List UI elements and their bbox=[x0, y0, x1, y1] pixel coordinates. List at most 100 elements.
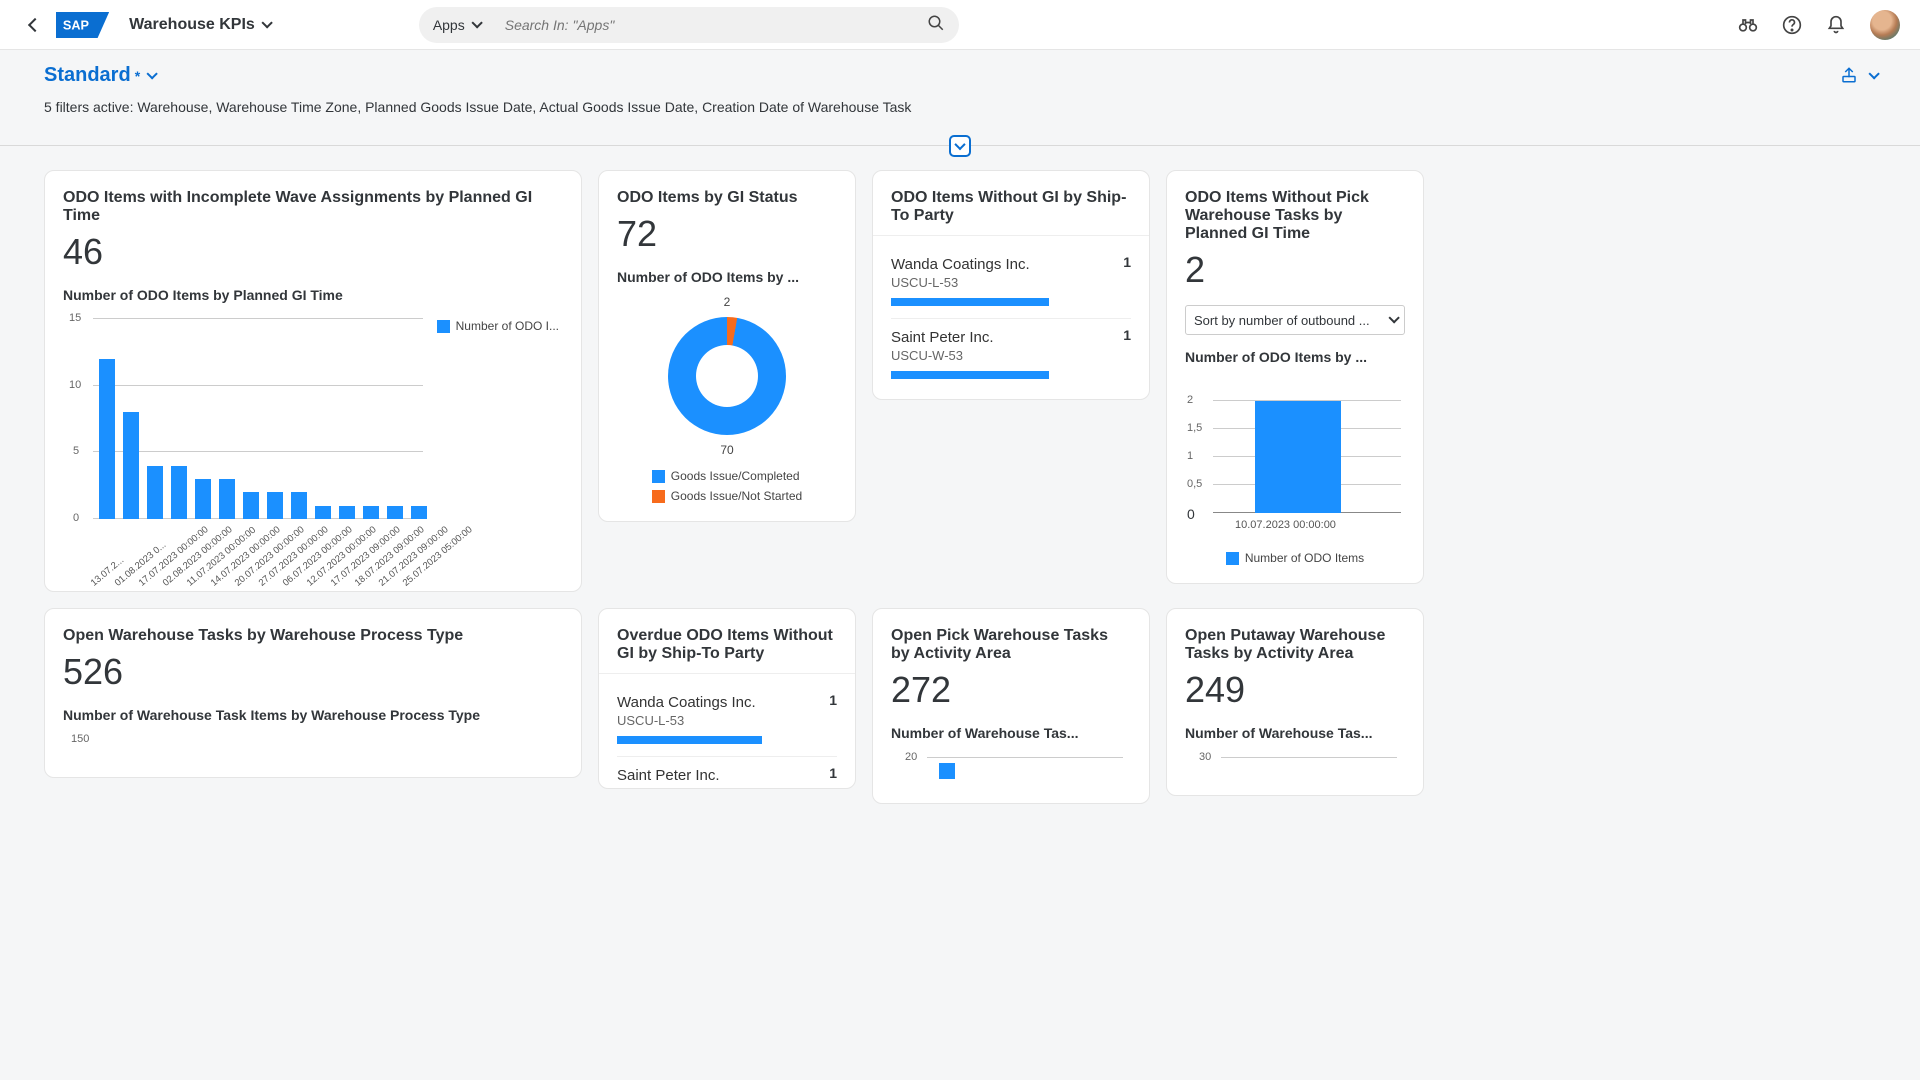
x-axis-label: 14.07.2023 00:00:00 bbox=[209, 570, 228, 589]
chevron-left-icon bbox=[28, 17, 42, 31]
x-axis-label: 06.07.2023 00:00:00 bbox=[281, 570, 300, 589]
sort-label: Sort by number of outbound ... bbox=[1194, 313, 1370, 328]
card-title: ODO Items by GI Status bbox=[617, 189, 837, 207]
list-item-bar bbox=[617, 736, 762, 744]
card-odo-incomplete-wave[interactable]: ODO Items with Incomplete Wave Assignmen… bbox=[44, 170, 582, 592]
list-item[interactable]: Saint Peter Inc.1 bbox=[617, 757, 837, 784]
x-axis-label: 02.08.2023 00:00:00 bbox=[161, 570, 180, 589]
bar bbox=[123, 412, 139, 519]
legend-label: Number of ODO I... bbox=[456, 319, 559, 333]
y-axis-fragment: 150 bbox=[63, 733, 563, 759]
back-button[interactable] bbox=[20, 10, 50, 40]
avatar[interactable] bbox=[1870, 10, 1900, 40]
share-icon[interactable] bbox=[1840, 66, 1860, 86]
bar bbox=[99, 359, 115, 519]
x-axis-label: 25.07.2023 05:00:00 bbox=[401, 570, 420, 589]
list-item[interactable]: Saint Peter Inc.USCU-W-531 bbox=[891, 319, 1131, 391]
card-title: ODO Items Without Pick Warehouse Tasks b… bbox=[1185, 189, 1405, 243]
bar bbox=[219, 479, 235, 519]
card-kpi-value: 72 bbox=[617, 213, 837, 255]
expand-filters-button[interactable] bbox=[949, 135, 971, 157]
x-axis-label: 18.07.2023 09:00:00 bbox=[353, 570, 372, 589]
x-axis-label: 13.07.2... bbox=[89, 570, 108, 589]
chart-legend: Number of ODO Items bbox=[1185, 551, 1405, 565]
legend-swatch bbox=[1226, 552, 1239, 565]
bar bbox=[267, 492, 283, 519]
card-open-putaway-wt[interactable]: Open Putaway Warehouse Tasks by Activity… bbox=[1166, 608, 1424, 796]
card-overdue-odo-without-gi[interactable]: Overdue ODO Items Without GI by Ship-To … bbox=[598, 608, 856, 789]
bar bbox=[147, 466, 163, 519]
card-odo-by-gi-status[interactable]: ODO Items by GI Status 72 Number of ODO … bbox=[598, 170, 856, 522]
x-axis-label: 27.07.2023 00:00:00 bbox=[257, 570, 276, 589]
dashboard-content: ODO Items with Incomplete Wave Assignmen… bbox=[0, 146, 1920, 828]
list-item[interactable]: Wanda Coatings Inc.USCU-L-531 bbox=[891, 246, 1131, 319]
card-open-pick-wt[interactable]: Open Pick Warehouse Tasks by Activity Ar… bbox=[872, 608, 1150, 804]
card-odo-without-gi-shipto[interactable]: ODO Items Without GI by Ship-To Party Wa… bbox=[872, 170, 1150, 400]
y-axis-fragment: 20 bbox=[891, 751, 1131, 785]
search-field[interactable]: Apps bbox=[419, 7, 959, 43]
legend-swatch bbox=[652, 470, 665, 483]
donut bbox=[668, 317, 786, 435]
search-scope-label: Apps bbox=[433, 17, 465, 33]
donut-top-label: 2 bbox=[724, 295, 731, 309]
card-kpi-value: 2 bbox=[1185, 249, 1405, 291]
x-axis-label: 17.07.2023 00:00:00 bbox=[137, 570, 156, 589]
filter-bar: Standard* 5 filters active: Warehouse, W… bbox=[0, 50, 1920, 146]
chart-title: Number of Warehouse Tas... bbox=[1185, 725, 1405, 741]
nav-title[interactable]: Warehouse KPIs bbox=[129, 16, 269, 34]
chart-title: Number of ODO Items by ... bbox=[617, 269, 837, 285]
card-kpi-value: 249 bbox=[1185, 669, 1405, 711]
list-item[interactable]: Wanda Coatings Inc. USCU-L-53 1 bbox=[617, 684, 837, 757]
legend-swatch bbox=[437, 320, 450, 333]
chart-legend: Number of ODO I... bbox=[437, 319, 559, 333]
card-title: Open Pick Warehouse Tasks by Activity Ar… bbox=[891, 627, 1131, 663]
chart-title: Number of Warehouse Task Items by Wareho… bbox=[63, 707, 563, 723]
chart-title: Number of Warehouse Tas... bbox=[891, 725, 1131, 741]
card-kpi-value: 272 bbox=[891, 669, 1131, 711]
x-axis-label: 10.07.2023 00:00:00 bbox=[1235, 519, 1336, 531]
binoculars-icon[interactable] bbox=[1738, 15, 1758, 35]
svg-text:SAP: SAP bbox=[63, 18, 90, 32]
list-item-sub: USCU-L-53 bbox=[891, 275, 1131, 290]
bar bbox=[291, 492, 307, 519]
header-actions bbox=[1738, 10, 1900, 40]
sap-logo[interactable]: SAP bbox=[56, 12, 109, 38]
search-scope-select[interactable]: Apps bbox=[433, 17, 485, 33]
search-icon[interactable] bbox=[927, 14, 945, 35]
x-axis-label: 01.08.2023 0... bbox=[113, 570, 132, 589]
bar bbox=[315, 506, 331, 519]
variant-selector[interactable]: Standard* bbox=[44, 64, 1876, 87]
list-item-count: 1 bbox=[829, 692, 837, 708]
chart-legend: Goods Issue/Completed Goods Issue/Not St… bbox=[652, 469, 802, 503]
chevron-down-icon bbox=[261, 17, 272, 28]
chart-title: Number of ODO Items by ... bbox=[1185, 349, 1405, 365]
card-odo-without-pick-wt[interactable]: ODO Items Without Pick Warehouse Tasks b… bbox=[1166, 170, 1424, 584]
card-open-wt-by-process-type[interactable]: Open Warehouse Tasks by Warehouse Proces… bbox=[44, 608, 582, 778]
donut-chart: 2 70 Goods Issue/Completed Goods Issue/N… bbox=[617, 295, 837, 503]
list-item-name: Wanda Coatings Inc. bbox=[617, 694, 837, 711]
card-title: Overdue ODO Items Without GI by Ship-To … bbox=[617, 627, 837, 663]
list-item-sub: USCU-L-53 bbox=[617, 713, 837, 728]
list-item-count: 1 bbox=[829, 765, 837, 781]
legend-label: Number of ODO Items bbox=[1245, 551, 1364, 565]
list-item-count: 1 bbox=[1123, 254, 1131, 270]
mini-bar-chart: 2 1,5 1 0,5 0 10.07.2023 00:00:00 bbox=[1185, 375, 1405, 545]
legend-swatch bbox=[652, 490, 665, 503]
chart-title: Number of ODO Items by Planned GI Time bbox=[63, 287, 563, 303]
chevron-down-icon[interactable] bbox=[1868, 68, 1879, 79]
list-item-sub: USCU-W-53 bbox=[891, 348, 1131, 363]
x-axis-label: 12.07.2023 00:00:00 bbox=[305, 570, 324, 589]
search-input[interactable] bbox=[485, 17, 927, 33]
bell-icon[interactable] bbox=[1826, 15, 1846, 35]
bar bbox=[411, 506, 427, 519]
chevron-down-icon bbox=[954, 139, 965, 150]
variant-modified-indicator: * bbox=[135, 68, 140, 84]
shell-header: SAP Warehouse KPIs Apps bbox=[0, 0, 1920, 50]
help-icon[interactable] bbox=[1782, 15, 1802, 35]
bar bbox=[939, 763, 955, 779]
donut-bottom-label: 70 bbox=[720, 443, 733, 457]
sort-select[interactable]: Sort by number of outbound ... bbox=[1185, 305, 1405, 335]
variant-name: Standard bbox=[44, 64, 131, 87]
card-title: ODO Items with Incomplete Wave Assignmen… bbox=[63, 189, 563, 225]
bar bbox=[1255, 401, 1341, 513]
